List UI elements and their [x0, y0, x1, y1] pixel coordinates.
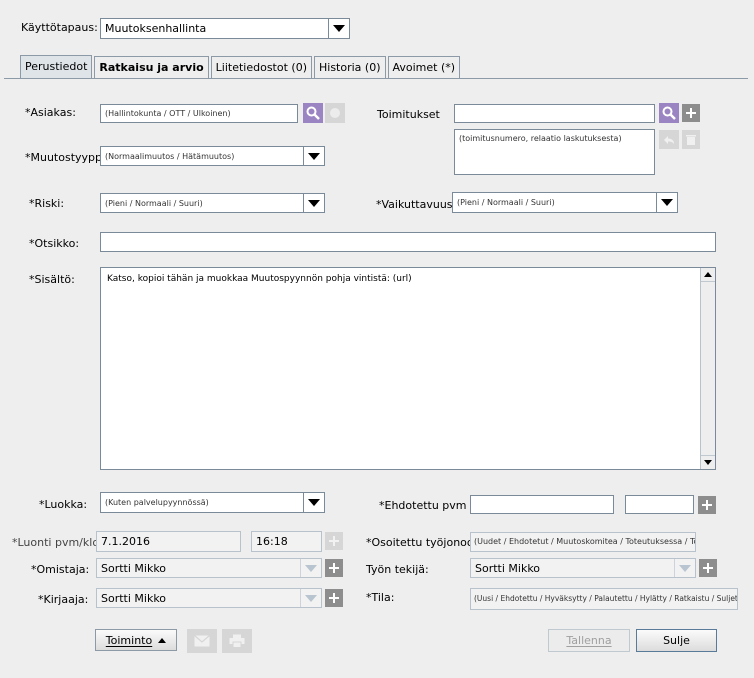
kirjaaja-value: Sortti Mikko: [101, 591, 167, 605]
tyon-tekija-value: Sortti Mikko: [475, 561, 541, 575]
caret-up-icon: [158, 637, 167, 643]
tila-field[interactable]: (Uusi / Ehdotettu / Hyväksytty / Palaute…: [470, 588, 738, 610]
toimitukset-search-button[interactable]: [659, 103, 679, 123]
kirjaaja-label: *Kirjaaja:: [38, 593, 89, 606]
sisalto-textarea[interactable]: Katso, kopioi tähän ja muokkaa Muutospyy…: [100, 267, 716, 470]
tab-liitetiedostot[interactable]: Liitetiedostot (0): [210, 56, 312, 78]
ehdotettu-pvm-date-input[interactable]: [470, 495, 614, 514]
luokka-value: (Kuten palvelupyynnössä): [105, 498, 209, 507]
sisalto-label: *Sisältö:: [29, 273, 75, 286]
tyon-tekija-label: Työn tekijä:: [366, 563, 429, 576]
omistaja-value: Sortti Mikko: [101, 561, 167, 575]
toiminto-button[interactable]: Toiminto: [95, 629, 177, 651]
luonti-date-field: 7.1.2016: [96, 531, 241, 552]
tab-historia[interactable]: Historia (0): [314, 56, 386, 78]
trash-icon: [686, 134, 696, 145]
vaikuttavuus-label: *Vaikuttavuus:: [376, 198, 457, 211]
toimitukset-input[interactable]: [454, 104, 655, 123]
undo-icon: [664, 135, 674, 144]
tallenna-button[interactable]: Tallenna: [548, 629, 630, 652]
kirjaaja-select[interactable]: Sortti Mikko: [96, 588, 322, 608]
luonti-label: *Luonti pvm/klo:: [12, 536, 103, 549]
chevron-down-icon: [300, 589, 321, 607]
chevron-down-icon: [328, 19, 349, 38]
muutostyyppi-value: (Normaalimuutos / Hätämuutos): [105, 151, 235, 161]
tab-avoimet[interactable]: Avoimet (*): [387, 56, 461, 78]
sulje-label: Sulje: [663, 634, 690, 647]
chevron-down-icon: [303, 147, 324, 165]
osoitettu-label: *Osoitettu työjonoon:: [366, 536, 485, 549]
asiakas-input[interactable]: (Hallintokunta / OTT / Ulkoinen): [100, 104, 298, 123]
scroll-up-icon[interactable]: [701, 268, 715, 282]
otsikko-label: *Otsikko:: [29, 237, 80, 250]
vaikuttavuus-select[interactable]: (Pieni / Normaali / Suuri): [452, 192, 678, 213]
sisalto-text: Katso, kopioi tähän ja muokkaa Muutospyy…: [107, 274, 412, 284]
search-icon: [306, 106, 320, 120]
chevron-down-icon: [300, 559, 321, 577]
omistaja-select[interactable]: Sortti Mikko: [96, 558, 322, 578]
tab-ratkaisu[interactable]: Ratkaisu ja arvio: [94, 56, 209, 78]
ehdotettu-pvm-add-button[interactable]: [698, 496, 716, 514]
toimitukset-add-button[interactable]: [682, 104, 700, 122]
omistaja-label: *Omistaja:: [31, 563, 90, 576]
riski-label: *Riski:: [29, 197, 65, 210]
plus-icon: [703, 563, 713, 573]
scroll-down-icon[interactable]: [701, 455, 715, 469]
plus-icon: [329, 563, 339, 573]
asiakas-search-button[interactable]: [303, 103, 323, 123]
chevron-down-icon: [656, 193, 677, 212]
tyon-tekija-select[interactable]: Sortti Mikko: [470, 558, 696, 578]
muutostyyppi-select[interactable]: (Normaalimuutos / Hätämuutos): [100, 146, 325, 166]
asiakas-label: *Asiakas:: [25, 106, 76, 119]
luokka-label: *Luokka:: [39, 498, 88, 511]
toimitukset-list[interactable]: (toimitusnumero, relaatio laskutuksesta): [454, 129, 655, 175]
riski-select[interactable]: (Pieni / Normaali / Suuri): [100, 193, 325, 213]
search-icon: [662, 106, 676, 120]
plus-icon: [329, 536, 339, 546]
toiminto-label: Toiminto: [105, 633, 153, 647]
luonti-add-button: [325, 532, 343, 550]
chevron-down-icon: [303, 493, 324, 512]
sisalto-scrollbar[interactable]: [700, 268, 715, 469]
luokka-select[interactable]: (Kuten palvelupyynnössä): [100, 492, 325, 513]
otsikko-input[interactable]: [100, 232, 716, 252]
plus-icon: [329, 593, 339, 603]
clear-icon: [330, 108, 340, 118]
riski-value: (Pieni / Normaali / Suuri): [105, 198, 203, 208]
mode-label: Käyttötapaus:: [21, 21, 98, 34]
asiakas-clear-button[interactable]: [325, 103, 345, 123]
mail-icon: [194, 635, 210, 647]
tab-perustiedot[interactable]: Perustiedot: [20, 55, 93, 78]
mode-value: Muutoksenhallinta: [105, 22, 207, 35]
toimitukset-delete-button[interactable]: [682, 130, 700, 149]
plus-icon: [702, 500, 712, 510]
chevron-down-icon: [303, 194, 324, 212]
plus-icon: [686, 108, 696, 118]
vaikuttavuus-value: (Pieni / Normaali / Suuri): [457, 198, 555, 207]
muutostyyppi-label: *Muutostyyppi:: [25, 151, 109, 164]
chevron-down-icon: [674, 559, 695, 577]
ehdotettu-pvm-time-input[interactable]: [625, 495, 694, 514]
sulje-button[interactable]: Sulje: [636, 629, 717, 652]
mode-select[interactable]: Muutoksenhallinta: [100, 18, 350, 39]
printer-icon: [229, 634, 245, 648]
tila-label: *Tila:: [366, 591, 395, 604]
omistaja-add-button[interactable]: [325, 559, 343, 577]
toimitukset-undo-button[interactable]: [659, 130, 679, 149]
tyon-tekija-add-button[interactable]: [699, 559, 717, 577]
kirjaaja-add-button[interactable]: [325, 589, 343, 607]
toimitukset-label: Toimitukset: [377, 108, 440, 121]
osoitettu-field[interactable]: (Uudet / Ehdotetut / Muutoskomitea / Tot…: [470, 532, 696, 552]
print-button[interactable]: [222, 629, 252, 653]
tab-bar: Perustiedot Ratkaisu ja arvio Liitetiedo…: [20, 55, 462, 78]
luonti-time-field: 16:18: [251, 531, 322, 552]
tallenna-label: Tallenna: [566, 634, 612, 647]
email-button[interactable]: [187, 629, 217, 653]
ehdotettu-pvm-label: *Ehdotettu pvm: [379, 499, 467, 512]
